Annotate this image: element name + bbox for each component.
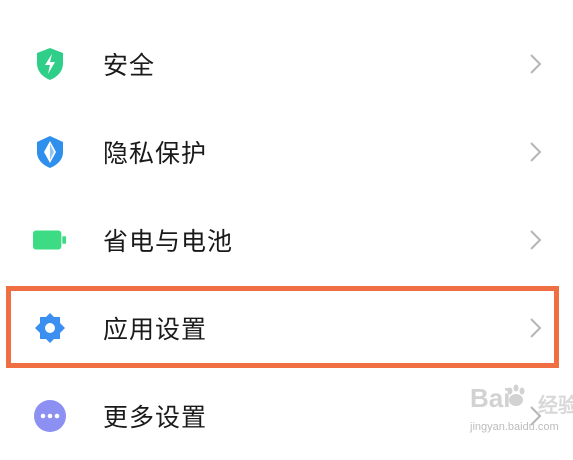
chevron-right-icon: [528, 229, 542, 251]
settings-item-battery[interactable]: 省电与电池: [0, 196, 573, 284]
settings-item-label: 更多设置: [103, 403, 208, 432]
paw-icon: [505, 383, 527, 409]
watermark-subtitle: 经验: [538, 393, 573, 417]
settings-list: 安全 隐私保护 省电与电池 应用设置 更多设置: [0, 0, 573, 446]
settings-item-label: 应用设置: [103, 315, 208, 344]
chevron-right-icon: [528, 53, 542, 75]
settings-item-security[interactable]: 安全: [0, 20, 573, 108]
settings-item-app-settings[interactable]: 应用设置: [0, 284, 573, 372]
gear-icon: [33, 311, 67, 345]
settings-item-label: 隐私保护: [103, 139, 208, 168]
settings-item-privacy[interactable]: 隐私保护: [0, 108, 573, 196]
settings-item-label: 安全: [103, 51, 156, 80]
watermark: Bai 经验 jingyan.baidu.com: [470, 383, 573, 443]
battery-icon: [33, 223, 67, 257]
settings-item-label: 省电与电池: [103, 227, 234, 256]
more-dots-icon: [33, 399, 67, 433]
privacy-shield-icon: [33, 135, 67, 169]
shield-bolt-icon: [33, 47, 67, 81]
watermark-url: jingyan.baidu.com: [470, 421, 559, 433]
chevron-right-icon: [528, 141, 542, 163]
chevron-right-icon: [528, 317, 542, 339]
